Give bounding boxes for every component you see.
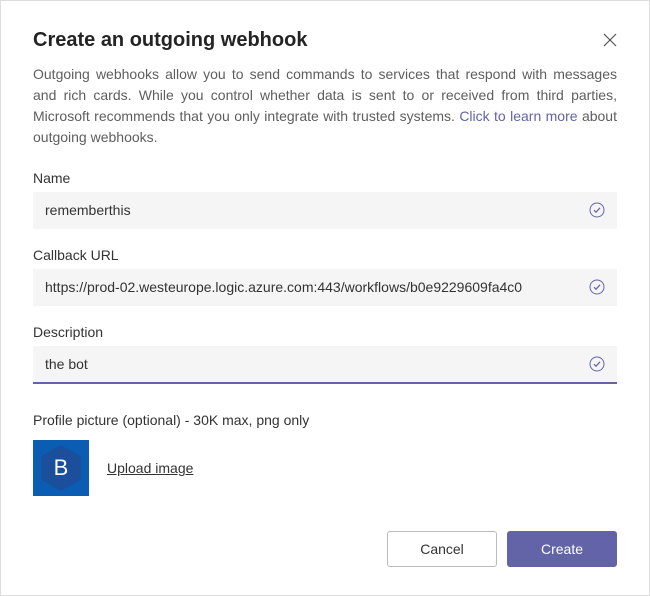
check-circle-icon	[589, 202, 605, 218]
check-circle-icon	[589, 279, 605, 295]
dialog-footer: Cancel Create	[387, 531, 617, 567]
name-label: Name	[33, 170, 617, 186]
callback-field: Callback URL	[33, 247, 617, 306]
name-input-wrap	[33, 192, 617, 229]
create-button[interactable]: Create	[507, 531, 617, 567]
dialog-intro: Outgoing webhooks allow you to send comm…	[33, 64, 617, 148]
description-label: Description	[33, 324, 617, 340]
name-input[interactable]	[33, 192, 617, 228]
description-input-wrap	[33, 346, 617, 384]
upload-image-button[interactable]: Upload image	[107, 460, 193, 476]
close-button[interactable]	[599, 29, 621, 51]
profile-label: Profile picture (optional) - 30K max, pn…	[33, 412, 617, 428]
name-field: Name	[33, 170, 617, 229]
profile-row: B Upload image	[33, 440, 617, 496]
avatar-letter: B	[54, 455, 69, 481]
cancel-button[interactable]: Cancel	[387, 531, 497, 567]
dialog-title: Create an outgoing webhook	[33, 29, 617, 52]
callback-input[interactable]	[33, 269, 617, 305]
close-icon	[603, 33, 617, 47]
create-webhook-dialog: Create an outgoing webhook Outgoing webh…	[0, 0, 650, 596]
callback-input-wrap	[33, 269, 617, 306]
description-input[interactable]	[33, 346, 617, 382]
learn-more-link[interactable]: Click to learn more	[459, 108, 577, 124]
callback-label: Callback URL	[33, 247, 617, 263]
description-field: Description	[33, 324, 617, 384]
check-circle-icon	[589, 356, 605, 372]
profile-section: Profile picture (optional) - 30K max, pn…	[33, 412, 617, 496]
avatar: B	[33, 440, 89, 496]
